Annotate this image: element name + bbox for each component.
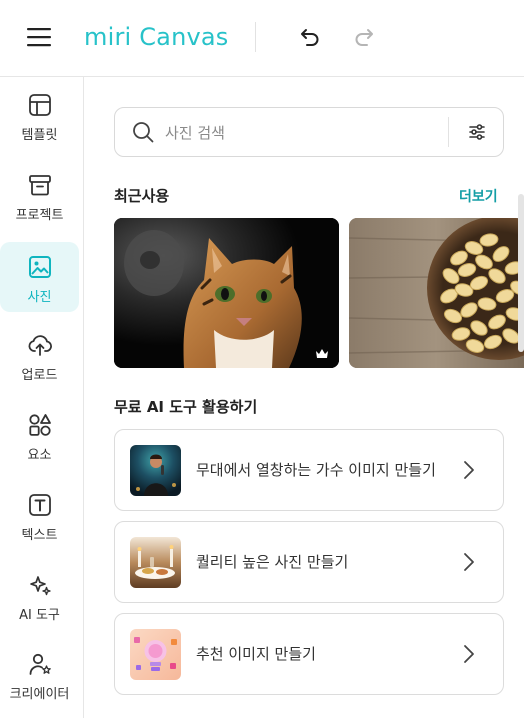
lightbulb-thumbnail xyxy=(130,629,181,680)
sidebar-item-template[interactable]: 템플릿 xyxy=(0,80,79,150)
dining-thumbnail xyxy=(130,537,181,588)
sidebar-item-text[interactable]: 텍스트 xyxy=(0,480,79,550)
recent-photo-cat[interactable] xyxy=(114,218,339,368)
singer-thumbnail xyxy=(130,445,181,496)
sidebar-item-label: 텍스트 xyxy=(21,528,58,543)
elements-shapes-icon xyxy=(28,414,51,436)
ai-tools-section-title: 무료 AI 도구 활용하기 xyxy=(114,398,258,416)
sidebar-item-upload[interactable]: 업로드 xyxy=(0,320,79,390)
sidebar-item-label: 크리에이터 xyxy=(9,687,70,702)
ai-tool-label: 무대에서 열창하는 가수 이미지 만들기 xyxy=(196,460,436,479)
ai-tool-label: 추천 이미지 만들기 xyxy=(196,644,316,663)
menu-icon[interactable] xyxy=(27,27,51,47)
redo-icon[interactable] xyxy=(352,25,376,49)
sidebar-item-elements[interactable]: 요소 xyxy=(0,400,79,470)
chevron-right-icon xyxy=(464,553,474,571)
chevron-right-icon xyxy=(464,645,474,663)
ai-sparkle-icon xyxy=(29,576,51,596)
sidebar-item-project[interactable]: 프로젝트 xyxy=(0,160,79,230)
chevron-right-icon xyxy=(464,461,474,479)
more-link[interactable]: 더보기 xyxy=(459,186,498,206)
search-icon[interactable] xyxy=(132,121,154,143)
pasta-photo-image xyxy=(349,218,524,368)
recent-photo-pasta[interactable] xyxy=(349,218,524,368)
ai-tool-label: 퀄리티 높은 사진 만들기 xyxy=(196,552,349,571)
ai-tool-quality-photo-card[interactable]: 퀄리티 높은 사진 만들기 xyxy=(114,521,504,603)
sidebar-item-photo[interactable]: 사진 xyxy=(0,242,79,312)
undo-icon[interactable] xyxy=(298,25,322,49)
app-logo[interactable]: miri Canvas xyxy=(84,20,229,54)
ai-tool-recommend-image-card[interactable]: 추천 이미지 만들기 xyxy=(114,613,504,695)
creator-icon xyxy=(29,653,51,675)
cat-photo-image xyxy=(114,218,339,368)
upload-cloud-icon xyxy=(28,335,52,356)
sidebar-item-label: 업로드 xyxy=(21,368,58,383)
sidebar-item-label: 사진 xyxy=(27,290,52,305)
sidebar: 템플릿 프로젝트 사진 업로드 요소 텍스트 AI 도구 크리에이터 xyxy=(0,77,84,718)
panel-scrollbar[interactable] xyxy=(518,194,524,352)
search-divider xyxy=(448,117,449,147)
project-box-icon xyxy=(28,175,51,196)
sidebar-item-creator[interactable]: 크리에이터 xyxy=(0,639,79,709)
recent-section-title: 최근사용 xyxy=(114,187,170,205)
photo-search-bar xyxy=(114,107,504,157)
ai-tool-singer-card[interactable]: 무대에서 열창하는 가수 이미지 만들기 xyxy=(114,429,504,511)
filter-sliders-icon[interactable] xyxy=(467,122,487,142)
premium-crown-icon xyxy=(316,349,328,358)
sidebar-item-label: 요소 xyxy=(27,448,52,463)
sidebar-item-label: AI 도구 xyxy=(19,608,60,623)
sidebar-item-label: 프로젝트 xyxy=(15,208,64,223)
template-icon xyxy=(28,94,51,116)
text-icon xyxy=(28,494,51,516)
photo-icon xyxy=(28,256,51,278)
header-divider xyxy=(255,22,256,52)
app-header: miri Canvas xyxy=(0,0,524,77)
search-input[interactable] xyxy=(165,120,435,146)
sidebar-item-label: 템플릿 xyxy=(21,128,58,143)
sidebar-item-ai-tools[interactable]: AI 도구 xyxy=(0,560,79,630)
